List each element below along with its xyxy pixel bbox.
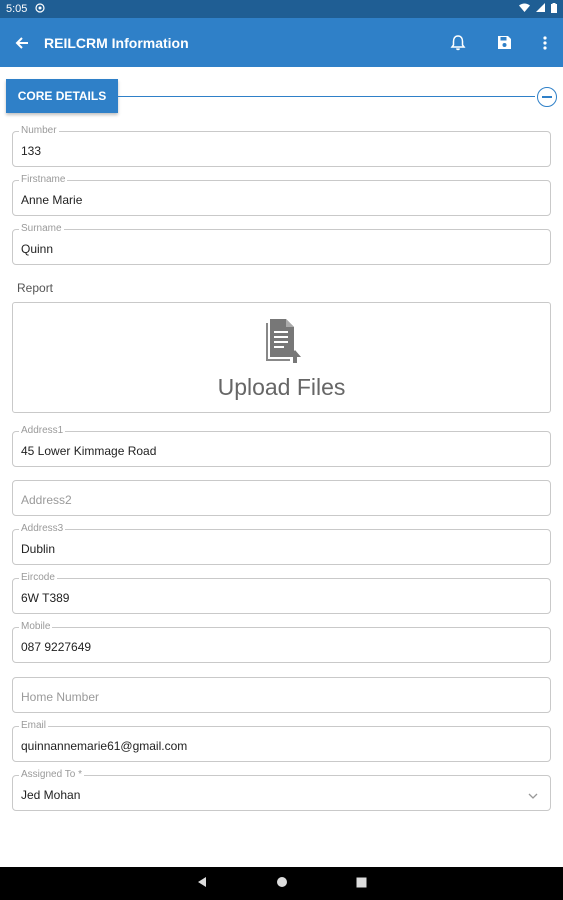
save-button[interactable] bbox=[481, 18, 527, 67]
back-button[interactable] bbox=[0, 18, 44, 67]
page-title: REILCRM Information bbox=[44, 34, 189, 51]
notification-icon bbox=[35, 2, 46, 16]
firstname-field[interactable]: Firstname Anne Marie bbox=[12, 174, 551, 216]
upload-file-icon bbox=[261, 317, 303, 370]
bell-icon bbox=[450, 35, 466, 51]
back-arrow-icon bbox=[15, 36, 28, 49]
report-label: Report bbox=[17, 281, 54, 295]
address2-placeholder: Address2 bbox=[21, 493, 72, 507]
number-field[interactable]: Number 133 bbox=[12, 125, 551, 167]
address1-value: 45 Lower Kimmage Road bbox=[21, 444, 157, 458]
core-details-section: CORE DETAILS bbox=[6, 79, 557, 115]
upload-files-text: Upload Files bbox=[217, 374, 346, 400]
surname-value: Quinn bbox=[21, 242, 54, 256]
chevron-down-icon bbox=[528, 788, 538, 806]
section-divider bbox=[118, 96, 535, 97]
address2-field[interactable]: Address2 bbox=[12, 480, 551, 516]
mobile-label: Mobile bbox=[19, 621, 53, 633]
minus-circle-icon[interactable] bbox=[537, 87, 557, 107]
surname-label: Surname bbox=[19, 223, 64, 235]
assigned-to-label: Assigned To * bbox=[19, 769, 84, 781]
app-bar: REILCRM Information bbox=[0, 18, 563, 67]
address3-value: Dublin bbox=[21, 542, 56, 556]
number-label: Number bbox=[19, 125, 59, 137]
assigned-to-select[interactable]: Assigned To * Jed Mohan bbox=[12, 769, 551, 811]
status-time: 5:05 bbox=[6, 3, 28, 15]
more-vert-icon bbox=[543, 35, 547, 50]
mobile-value: 087 9227649 bbox=[21, 640, 92, 654]
address3-label: Address3 bbox=[19, 523, 66, 535]
number-value: 133 bbox=[21, 144, 42, 158]
system-nav-bar bbox=[0, 867, 563, 900]
firstname-value: Anne Marie bbox=[21, 193, 83, 207]
home-number-field[interactable]: Home Number bbox=[12, 677, 551, 713]
assigned-to-value: Jed Mohan bbox=[21, 788, 81, 802]
save-icon bbox=[497, 36, 511, 49]
wifi-icon bbox=[519, 3, 530, 15]
notifications-button[interactable] bbox=[435, 18, 481, 67]
eircode-value: 6W T389 bbox=[21, 591, 70, 605]
firstname-label: Firstname bbox=[19, 174, 68, 186]
nav-back-icon[interactable] bbox=[196, 875, 208, 893]
email-label: Email bbox=[19, 720, 49, 732]
upload-files-area[interactable]: Upload Files bbox=[12, 302, 551, 413]
email-field[interactable]: Email quinnannemarie61@gmail.com bbox=[12, 720, 551, 762]
surname-field[interactable]: Surname Quinn bbox=[12, 223, 551, 265]
more-options-button[interactable] bbox=[527, 18, 563, 67]
signal-icon bbox=[536, 3, 545, 15]
eircode-label: Eircode bbox=[19, 572, 57, 584]
battery-icon bbox=[551, 2, 557, 16]
home-number-placeholder: Home Number bbox=[21, 690, 100, 704]
status-bar: 5:05 bbox=[0, 0, 563, 18]
nav-home-icon[interactable] bbox=[276, 875, 288, 893]
address1-label: Address1 bbox=[19, 425, 66, 437]
eircode-field[interactable]: Eircode 6W T389 bbox=[12, 572, 551, 614]
email-value: quinnannemarie61@gmail.com bbox=[21, 739, 188, 753]
address1-field[interactable]: Address1 45 Lower Kimmage Road bbox=[12, 425, 551, 467]
mobile-field[interactable]: Mobile 087 9227649 bbox=[12, 621, 551, 663]
address3-field[interactable]: Address3 Dublin bbox=[12, 523, 551, 565]
core-details-tab[interactable]: CORE DETAILS bbox=[6, 79, 118, 113]
nav-recents-icon[interactable] bbox=[356, 875, 367, 893]
